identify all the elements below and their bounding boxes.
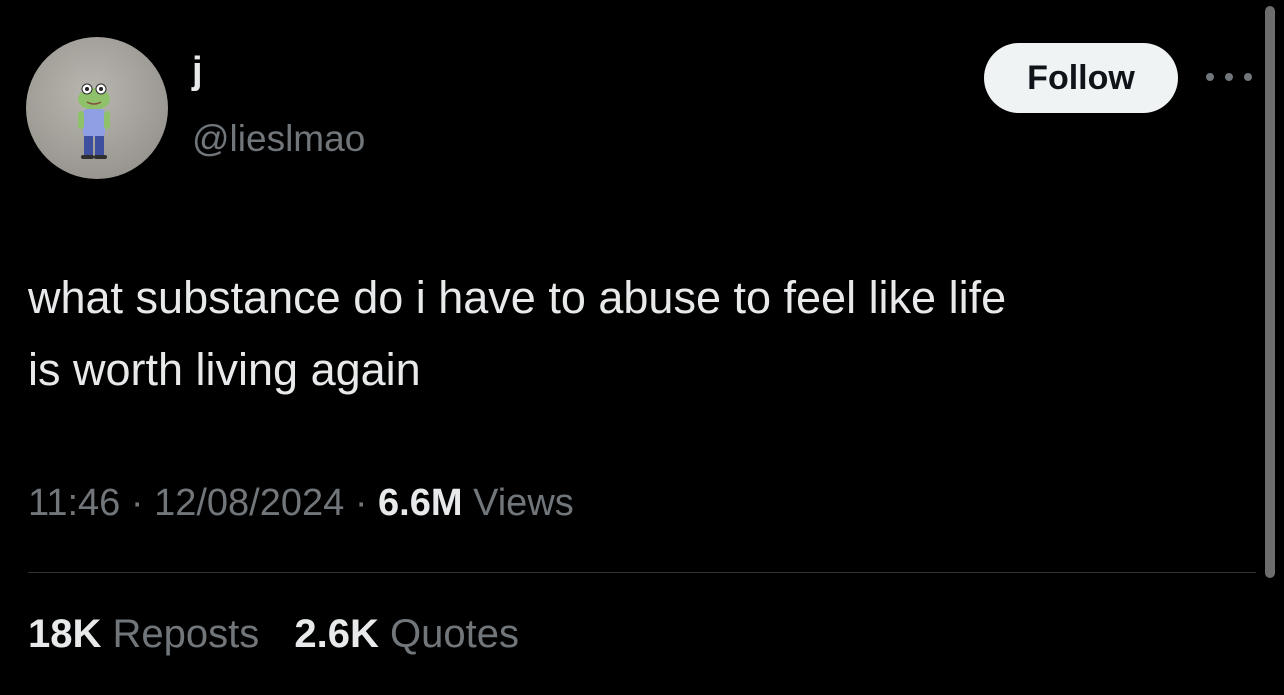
scrollbar[interactable] — [1265, 6, 1275, 578]
display-name[interactable]: j — [192, 52, 203, 90]
follow-button[interactable]: Follow — [984, 43, 1178, 113]
reposts-label: Reposts — [112, 612, 260, 656]
engagement-stats: 18K Reposts 2.6K Quotes — [28, 614, 543, 654]
meta-separator: · — [130, 482, 144, 524]
tweet-date[interactable]: 12/08/2024 — [154, 482, 344, 524]
quotes-label: Quotes — [390, 612, 519, 656]
tweet-meta: 11:46 · 12/08/2024 · 6.6M Views — [28, 484, 574, 522]
more-dot — [1244, 73, 1252, 81]
tweet-text: what substance do i have to abuse to fee… — [28, 272, 1007, 395]
more-dot — [1225, 73, 1233, 81]
avatar[interactable] — [26, 37, 168, 179]
views-count: 6.6M — [378, 482, 463, 524]
quotes-stat[interactable]: 2.6K Quotes — [294, 612, 519, 656]
more-dot — [1206, 73, 1214, 81]
more-options-icon[interactable] — [1206, 64, 1252, 90]
views-label: Views — [473, 482, 574, 524]
quotes-count: 2.6K — [294, 612, 379, 656]
user-handle[interactable]: @lieslmao — [192, 120, 365, 157]
meta-separator: · — [354, 482, 368, 524]
reposts-count: 18K — [28, 612, 102, 656]
tweet-card: j @lieslmao Follow what substance do i h… — [0, 0, 1284, 695]
divider — [28, 572, 1256, 573]
frog-avatar-icon — [78, 83, 110, 159]
tweet-time[interactable]: 11:46 — [28, 482, 120, 524]
reposts-stat[interactable]: 18K Reposts — [28, 612, 259, 656]
